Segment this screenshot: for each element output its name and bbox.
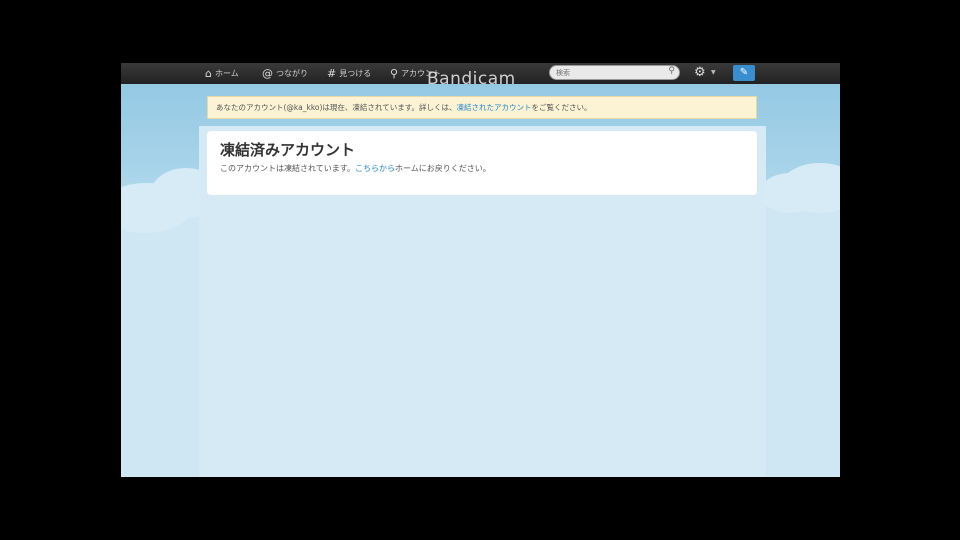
at-icon: @ [262, 67, 273, 80]
page-title: 凍結済みアカウント [220, 141, 356, 159]
search-box[interactable]: ⚲ [549, 65, 680, 80]
suspension-notice-banner: あなたのアカウント(@ka_kko)は現在、凍結されています。詳しくは、凍結され… [207, 96, 757, 119]
top-navigation-bar: ⌂ ホーム @ つながり # 見つける ⚲ アカウント Bandicam ⚲ ⚙… [121, 63, 840, 89]
search-icon[interactable]: ⚲ [668, 66, 675, 76]
nav-discover-label: 見つける [339, 69, 372, 78]
banner-text: あなたのアカウント(@ka_kko)は現在、凍結されています。詳しくは、 [216, 103, 457, 112]
search-input[interactable] [556, 67, 662, 78]
nav-home[interactable]: ⌂ ホーム [205, 66, 239, 81]
card-text: このアカウントは凍結されています。 [220, 164, 355, 173]
nav-home-label: ホーム [214, 69, 239, 78]
card-message: このアカウントは凍結されています。こちらからホームにお戻りください。 [220, 163, 744, 174]
nav-connect[interactable]: @ つながり [262, 66, 308, 81]
hash-icon: # [327, 67, 337, 80]
recording-watermark: Bandicam [427, 69, 516, 89]
suspended-account-card: 凍結済みアカウント このアカウントは凍結されています。こちらからホームにお戻りく… [207, 131, 757, 195]
compose-tweet-button[interactable]: ✎ [733, 65, 755, 81]
browser-screen: ⌂ ホーム @ つながり # 見つける ⚲ アカウント Bandicam ⚲ ⚙… [121, 63, 840, 477]
gear-icon[interactable]: ⚙ [694, 65, 706, 80]
cloud-decoration [760, 173, 820, 213]
cloud-decoration [121, 213, 211, 477]
cloud-decoration [760, 193, 840, 477]
card-text-end: ホームにお戻りください。 [394, 164, 491, 173]
person-icon: ⚲ [390, 67, 399, 80]
home-icon: ⌂ [205, 67, 212, 80]
chevron-down-icon[interactable]: ▼ [711, 69, 716, 76]
compose-icon: ✎ [739, 67, 749, 78]
nav-connect-label: つながり [276, 69, 308, 78]
banner-text-end: をご覧ください。 [531, 103, 592, 112]
suspended-accounts-link[interactable]: 凍結されたアカウント [456, 103, 531, 112]
return-home-link[interactable]: こちらから [355, 164, 395, 173]
nav-discover[interactable]: # 見つける [327, 66, 371, 81]
